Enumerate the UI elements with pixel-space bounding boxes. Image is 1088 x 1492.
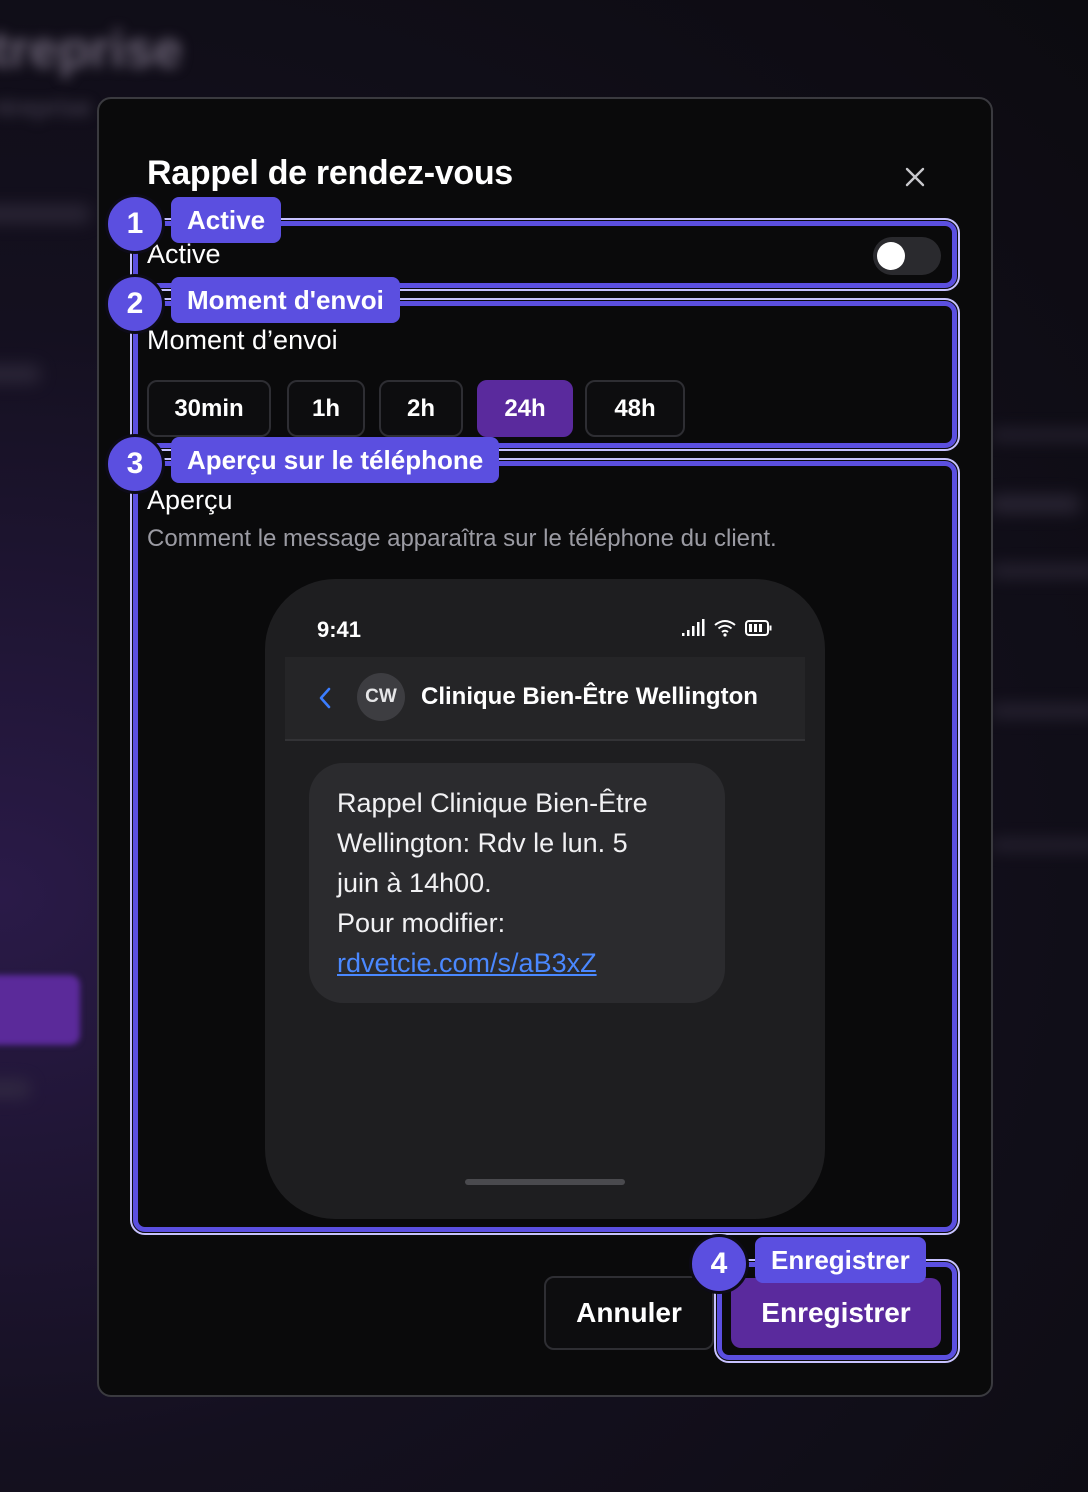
annotation-number: 2 bbox=[105, 274, 165, 334]
background-line bbox=[990, 565, 1088, 577]
background-title: ntreprise bbox=[0, 21, 183, 79]
background-line bbox=[990, 495, 1080, 513]
background-line bbox=[0, 1080, 30, 1098]
background-line bbox=[990, 705, 1088, 717]
annotation-number: 3 bbox=[105, 434, 165, 494]
background-line bbox=[0, 365, 40, 383]
close-icon[interactable] bbox=[899, 161, 931, 193]
annotation-frame-send-time bbox=[130, 298, 960, 451]
modal-title: Rappel de rendez-vous bbox=[147, 154, 513, 192]
cancel-button[interactable]: Annuler bbox=[544, 1276, 714, 1350]
background-line bbox=[0, 205, 90, 223]
background-subtitle: ntreprise bbox=[0, 92, 92, 122]
annotation-frame-preview bbox=[130, 458, 960, 1235]
annotation-number: 4 bbox=[689, 1234, 749, 1294]
background-line bbox=[990, 430, 1088, 440]
annotation-label: Aperçu sur le téléphone bbox=[171, 437, 500, 483]
background-button bbox=[0, 975, 80, 1045]
background-line bbox=[990, 840, 1088, 850]
annotation-label: Active bbox=[171, 197, 282, 243]
annotation-label: Enregistrer bbox=[755, 1237, 926, 1283]
annotation-number: 1 bbox=[105, 194, 165, 254]
annotation-label: Moment d'envoi bbox=[171, 277, 400, 323]
